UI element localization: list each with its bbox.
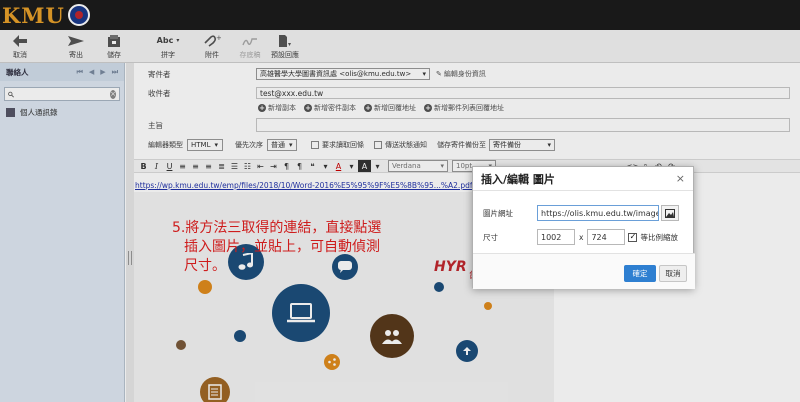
image-url-label: 圖片網址 [483,208,513,218]
ok-button[interactable]: 確定 [624,265,656,282]
dialog-footer: 確定 取消 [473,253,695,289]
size-separator: x [579,232,584,242]
image-height-input[interactable]: 724 [587,229,626,245]
image-url-row: 圖片網址 https://olis.kmu.edu.tw/images/ [483,205,679,221]
image-width-input[interactable]: 1002 [537,229,575,245]
cancel-button[interactable]: 取消 [659,265,687,282]
image-size-label: 尺寸 [483,232,498,242]
browse-image-icon[interactable] [661,205,679,221]
keep-ratio-label: 等比例縮放 [640,232,678,242]
image-url-input[interactable]: https://olis.kmu.edu.tw/images/ [537,205,659,221]
insert-image-dialog: 插入/編輯 圖片 × 圖片網址 https://olis.kmu.edu.tw/… [472,166,695,289]
image-size-row: 尺寸 1002 x 724 ✓ 等比例縮放 [483,229,678,245]
keep-ratio-checkbox[interactable]: ✓ [628,232,638,242]
dialog-title: 插入/編輯 圖片 [481,172,555,186]
dialog-header: 插入/編輯 圖片 × [473,167,693,191]
close-icon[interactable]: × [676,172,685,185]
